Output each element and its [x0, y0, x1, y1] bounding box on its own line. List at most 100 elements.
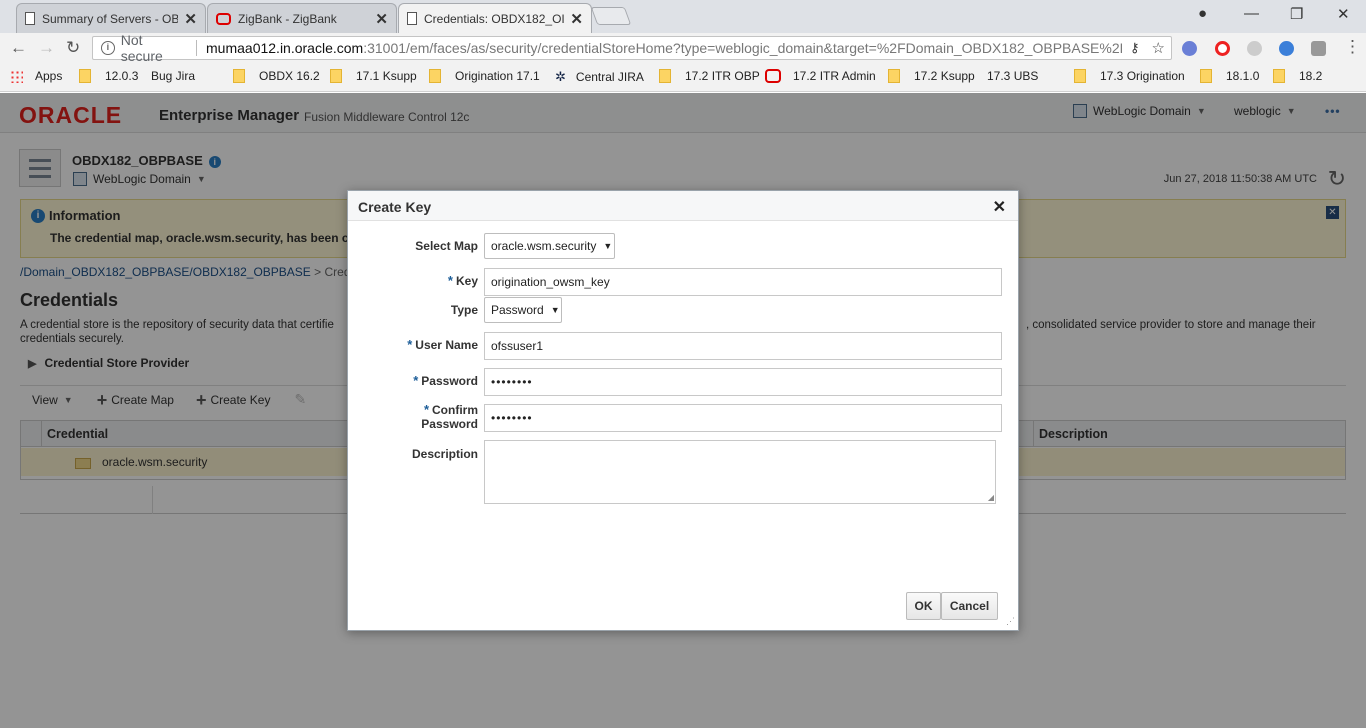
close-icon[interactable]: ✕	[375, 10, 388, 28]
create-key-dialog: Create Key ✕ Select Map oracle.wsm.secur…	[347, 190, 1019, 631]
bookmark-label: Central JIRA	[575, 70, 644, 84]
browser-tab-strip: Summary of Servers - OB ✕ ZigBank - ZigB…	[0, 0, 1366, 33]
back-arrow-icon[interactable]: ←	[10, 38, 27, 58]
chevron-down-icon: ▼	[603, 241, 613, 251]
password-input[interactable]: ••••••••	[484, 368, 1002, 396]
bookmark-18-1-0[interactable]: 18.1.0	[1200, 69, 1259, 83]
bookmark-label: 18.2	[1299, 69, 1323, 83]
description-label: Description	[411, 447, 478, 461]
folder-icon	[1074, 69, 1086, 83]
resize-handle-icon[interactable]: ◢	[988, 493, 994, 502]
extension-icon[interactable]	[1247, 41, 1262, 56]
tab-title: Credentials: OBDX182_OI	[424, 11, 565, 26]
apps-icon	[10, 69, 23, 83]
folder-icon	[79, 69, 91, 83]
bookmark-label: 18.1.0	[1226, 69, 1260, 83]
tab-summary-of-servers[interactable]: Summary of Servers - OB ✕	[16, 3, 206, 33]
bookmark-origination-17-1[interactable]: Origination 17.1	[429, 69, 540, 83]
tab-title: Summary of Servers - OB	[42, 11, 179, 26]
folder-icon	[1200, 69, 1212, 83]
oracle-icon	[216, 12, 231, 25]
forward-arrow-icon[interactable]: →	[38, 38, 55, 58]
dialog-title: Create Key	[358, 199, 432, 215]
maximize-icon[interactable]: ❐	[1290, 5, 1303, 23]
key-input[interactable]: origination_owsm_key	[484, 268, 1002, 296]
dialog-header: Create Key ✕	[348, 191, 1018, 221]
bookmark-12-0-3[interactable]: 12.0.3	[79, 69, 138, 83]
bookmark-central-jira[interactable]: ✲ Central JIRA	[555, 69, 644, 85]
bookmark-bug-jira[interactable]: Bug Jira	[151, 69, 195, 176]
bookmark-17-2-itr-obp[interactable]: 17.2 ITR OBP	[659, 69, 760, 83]
bookmark-label: 17.2 ITR OBP	[685, 69, 760, 83]
selected-value: Password	[491, 303, 544, 317]
star-icon[interactable]: ☆	[1152, 39, 1165, 57]
type-label: Type	[450, 303, 478, 317]
folder-icon	[429, 69, 441, 83]
opera-icon[interactable]	[1215, 41, 1230, 56]
bookmark-17-2-itr-admin[interactable]: 17.2 ITR Admin	[765, 69, 876, 83]
close-icon[interactable]: ✕	[184, 10, 197, 28]
folder-icon	[330, 69, 342, 83]
folder-icon	[888, 69, 900, 83]
dialog-resize-handle-icon[interactable]: ⋰	[1006, 616, 1015, 627]
bookmark-label: 17.2 ITR Admin	[793, 69, 876, 83]
url-path: :31001/em/faces/as/security/credentialSt…	[363, 40, 1123, 56]
key-icon[interactable]: ⚷	[1130, 40, 1140, 56]
required-marker: *	[423, 402, 429, 417]
extension-icon[interactable]	[1182, 41, 1197, 56]
page-icon	[407, 12, 417, 25]
bookmark-label: 17.1 Ksupp	[356, 69, 417, 83]
username-input[interactable]: ofssuser1	[484, 332, 1002, 360]
required-marker: *	[407, 337, 413, 352]
folder-icon	[233, 69, 245, 83]
selected-value: oracle.wsm.security	[491, 239, 597, 253]
address-bar[interactable]: i Not secure mumaa012.in.oracle.com :310…	[92, 32, 1172, 64]
bookmark-17-2-ksupp[interactable]: 17.2 Ksupp	[888, 69, 975, 83]
extension-icon[interactable]	[1279, 41, 1294, 56]
required-marker: *	[447, 273, 453, 288]
bookmark-17-3-origination[interactable]: 17.3 Origination	[1074, 69, 1185, 83]
new-tab-button[interactable]	[590, 7, 632, 25]
required-marker: *	[413, 373, 419, 388]
oracle-icon	[765, 69, 781, 83]
tab-title: ZigBank - ZigBank	[238, 11, 337, 26]
camera-icon[interactable]	[1311, 41, 1326, 56]
window-close-icon[interactable]: ✕	[1337, 5, 1350, 23]
bookmarks-bar: Apps 12.0.3 Bug Jira OBDX 16.2 17.1 Ksup…	[0, 63, 1366, 176]
bookmark-17-3-ubs[interactable]: 17.3 UBS	[987, 69, 1039, 176]
jira-icon: ✲	[555, 69, 566, 84]
bookmark-label: OBDX 16.2	[259, 69, 320, 83]
cancel-button[interactable]: Cancel	[941, 592, 998, 620]
url-host: mumaa012.in.oracle.com	[206, 40, 364, 56]
confirm-password-input[interactable]: ••••••••	[484, 404, 1002, 432]
confirm-password-label: * Confirm Password	[421, 402, 478, 432]
chevron-down-icon: ▼	[550, 305, 560, 315]
ok-button[interactable]: OK	[906, 592, 941, 620]
bookmark-label: 17.3 UBS	[987, 69, 1039, 83]
reload-icon[interactable]: ↻	[66, 38, 80, 58]
description-textarea[interactable]: ◢	[484, 440, 996, 504]
info-icon[interactable]: i	[101, 41, 115, 55]
folder-icon	[659, 69, 671, 83]
divider	[196, 40, 198, 56]
type-dropdown[interactable]: Password ▼	[484, 297, 562, 323]
close-icon[interactable]: ✕	[570, 10, 583, 28]
tab-credentials[interactable]: Credentials: OBDX182_OI ✕	[398, 3, 592, 33]
bookmark-17-1-ksupp[interactable]: 17.1 Ksupp	[330, 69, 417, 83]
tab-zigbank[interactable]: ZigBank - ZigBank ✕	[207, 3, 397, 33]
browser-toolbar: ← → ↻ i Not secure mumaa012.in.oracle.co…	[0, 32, 1366, 64]
password-label: * Password	[413, 373, 478, 389]
key-label: * Key	[447, 273, 478, 289]
select-map-label: Select Map	[415, 239, 478, 253]
bookmark-obdx-16-2[interactable]: OBDX 16.2	[233, 69, 320, 83]
close-icon[interactable]: ✕	[993, 197, 1006, 217]
select-map-dropdown[interactable]: oracle.wsm.security ▼	[484, 233, 615, 259]
menu-icon[interactable]: ⋮	[1344, 37, 1361, 57]
bookmark-18-2[interactable]: 18.2	[1273, 69, 1322, 83]
bookmark-label: Apps	[35, 69, 63, 83]
bookmark-apps[interactable]: Apps	[10, 69, 62, 83]
minimize-icon[interactable]: —	[1244, 5, 1259, 22]
bookmark-label: Origination 17.1	[455, 69, 540, 83]
bookmark-label: 12.0.3	[105, 69, 139, 83]
profile-icon[interactable]: ●	[1198, 5, 1207, 22]
